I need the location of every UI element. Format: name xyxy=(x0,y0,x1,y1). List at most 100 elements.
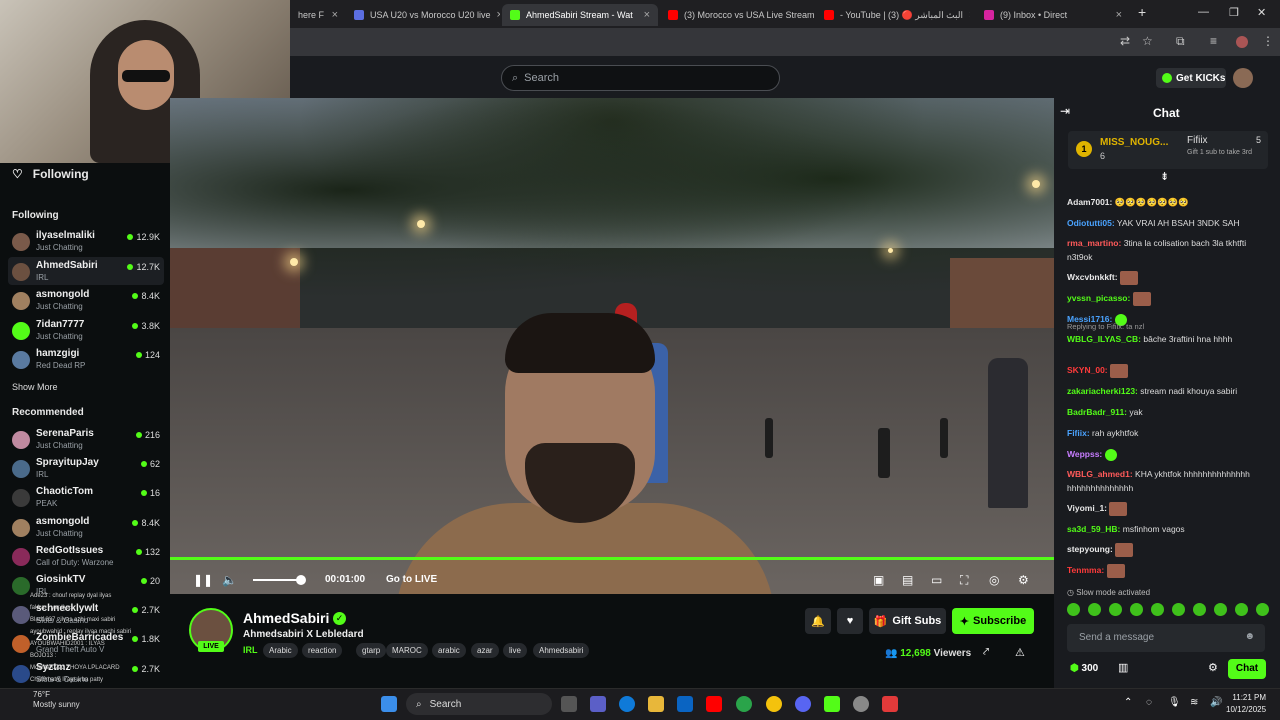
emote-icon[interactable] xyxy=(1172,603,1185,616)
outlook-icon[interactable] xyxy=(677,696,693,712)
tray-overflow-icon[interactable]: ⌃ xyxy=(1124,697,1132,708)
go-to-live-button[interactable]: Go to LIVE xyxy=(386,574,437,585)
channel-name[interactable]: AhmedSabiri xyxy=(243,610,329,626)
search-input[interactable]: ⌕ Search xyxy=(501,65,780,91)
stream-tag[interactable]: MAROC xyxy=(386,643,428,658)
fullscreen-icon[interactable]: ⛶ xyxy=(960,573,968,588)
chat-message[interactable]: SKYN_00: xyxy=(1067,363,1265,378)
task-view-icon[interactable] xyxy=(561,696,577,712)
sidebar-following-header[interactable]: ♡ Following xyxy=(12,167,89,181)
browser-tab-1[interactable]: here F × xyxy=(290,4,346,26)
chat-settings-icon[interactable]: ⚙ xyxy=(1208,661,1218,674)
youtube-app-icon[interactable] xyxy=(706,696,722,712)
chat-username[interactable]: Weppss: xyxy=(1067,449,1102,459)
chat-message[interactable]: Tenmma: xyxy=(1067,563,1265,578)
tab-close-icon[interactable]: × xyxy=(332,9,338,21)
chat-message[interactable]: zakariacherki123: stream nadi khouya sab… xyxy=(1067,384,1265,398)
chat-username[interactable]: Viyomi_1: xyxy=(1067,503,1107,513)
profile-avatar[interactable] xyxy=(1236,36,1248,48)
scroll-down-icon[interactable]: ⇟ xyxy=(1160,170,1169,183)
app-icon[interactable] xyxy=(882,696,898,712)
video-progress-bar[interactable] xyxy=(170,557,1054,560)
browser-tab-4[interactable]: (3) Morocco vs USA Live Stream× xyxy=(660,4,814,26)
emote-icon[interactable] xyxy=(1088,603,1101,616)
emote-icon[interactable] xyxy=(1151,603,1164,616)
emote-icon[interactable] xyxy=(1214,603,1227,616)
emote-icon[interactable] xyxy=(1067,603,1080,616)
taskbar-clock[interactable]: 11:21 PM 10/12/2025 xyxy=(1226,692,1266,716)
new-tab-button[interactable]: + xyxy=(1138,4,1146,20)
chat-username[interactable]: rma_martino: xyxy=(1067,238,1121,248)
channel-item[interactable]: RedGotIssues Call of Duty: Warzone 132 xyxy=(8,542,164,570)
minimize-icon[interactable]: — xyxy=(1198,6,1209,18)
chat-message[interactable]: Fifiix: rah aykhtfok xyxy=(1067,426,1265,440)
taskbar-search[interactable]: ⌕ Search xyxy=(406,693,552,715)
channel-item[interactable]: hamzgigi Red Dead RP 124 xyxy=(8,345,164,373)
theater-mode-icon[interactable]: ▭ xyxy=(931,573,942,587)
translate-icon[interactable]: ⇄ xyxy=(1120,34,1130,48)
stream-tag[interactable]: reaction xyxy=(302,643,343,658)
chat-message[interactable]: Odiotutti05: YAK VRAI AH BSAH 3NDK SAH xyxy=(1067,216,1265,230)
windows-start-icon[interactable] xyxy=(381,696,397,712)
chat-username[interactable]: Fifiix: xyxy=(1067,428,1090,438)
media-icon[interactable]: ≡ xyxy=(1210,34,1217,48)
volume-slider-handle[interactable] xyxy=(296,575,306,585)
network-icon[interactable]: ◌ xyxy=(1146,697,1152,708)
notification-bell-button[interactable]: 🔔 xyxy=(805,608,831,634)
chat-username[interactable]: WBLG_ahmed1: xyxy=(1067,469,1133,479)
emote-icon[interactable] xyxy=(1130,603,1143,616)
chat-message[interactable]: yvssn_picasso: xyxy=(1067,291,1265,306)
channel-points[interactable]: ⬢ 300 xyxy=(1070,663,1098,674)
chat-message[interactable]: stepyoung: xyxy=(1067,542,1265,557)
chat-username[interactable]: yvssn_picasso: xyxy=(1067,293,1130,303)
show-more-link[interactable]: Show More xyxy=(12,382,58,392)
wifi-icon[interactable]: ≋ xyxy=(1190,697,1198,708)
settings-gear-icon[interactable]: ⚙ xyxy=(1018,573,1029,587)
channel-item[interactable]: 7idan7777 Just Chatting 3.8K xyxy=(8,316,164,344)
chat-message[interactable]: WBLG_ahmed1: KHA ykhtfok hhhhhhhhhhhhhh … xyxy=(1067,467,1265,495)
chat-username[interactable]: Wxcvbnkkft: xyxy=(1067,272,1118,282)
pause-icon[interactable]: ❚❚ xyxy=(193,573,213,587)
volume-icon[interactable]: 🔈 xyxy=(222,573,237,587)
browser-tab-active[interactable]: AhmedSabiri Stream - Wat × xyxy=(502,4,658,26)
playback-speed-icon[interactable]: ◎ xyxy=(989,573,999,587)
stream-tag[interactable]: arabic xyxy=(432,643,466,658)
xbox-icon[interactable] xyxy=(736,696,752,712)
cast-icon[interactable]: ▤ xyxy=(902,573,913,587)
stream-tag[interactable]: azar xyxy=(471,643,499,658)
chat-message[interactable]: Weppss: xyxy=(1067,447,1265,461)
channel-item[interactable]: ChaoticTom PEAK 16 xyxy=(8,483,164,511)
emoji-picker-icon[interactable]: ☻ xyxy=(1244,631,1255,642)
file-explorer-icon[interactable] xyxy=(648,696,664,712)
video-player[interactable] xyxy=(170,98,1054,594)
browser-menu-icon[interactable]: ⋮ xyxy=(1262,34,1274,48)
emote-icon[interactable] xyxy=(1235,603,1248,616)
chat-username[interactable]: stepyoung: xyxy=(1067,544,1113,554)
browser-tab-6[interactable]: (9) Inbox • Direct × xyxy=(976,4,1130,26)
bookmark-star-icon[interactable]: ☆ xyxy=(1142,34,1153,48)
edge-icon[interactable] xyxy=(619,696,635,712)
browser-tab-2[interactable]: USA U20 vs Morocco U20 live × xyxy=(346,4,500,26)
settings-app-icon[interactable] xyxy=(853,696,869,712)
emote-icon[interactable] xyxy=(1193,603,1206,616)
store-icon[interactable]: ▥ xyxy=(1118,661,1128,674)
browser-tab-5[interactable]: - YouTube | البث المباشر 🔴 (3) × xyxy=(816,4,970,26)
channel-item[interactable]: ilyaselmaliki Just Chatting 12.9K xyxy=(8,227,164,255)
collapse-chat-icon[interactable]: ⇥ xyxy=(1060,104,1070,118)
stream-tag[interactable]: live xyxy=(503,643,528,658)
stream-tag[interactable]: Arabic xyxy=(263,643,298,658)
subscribe-button[interactable]: ✦ Subscribe xyxy=(952,608,1034,634)
channel-item[interactable]: AhmedSabiri IRL 12.7K xyxy=(8,256,164,285)
chat-username[interactable]: SKYN_00: xyxy=(1067,365,1108,375)
chat-message-input[interactable]: Send a message ☻ xyxy=(1067,624,1265,652)
speaker-icon[interactable]: 🔊 xyxy=(1210,697,1222,708)
report-icon[interactable]: ⚠ xyxy=(1015,646,1025,659)
maximize-icon[interactable]: ❐ xyxy=(1229,6,1239,19)
chat-message[interactable]: rma_martino: 3tina la colisation bach 3l… xyxy=(1067,236,1265,264)
clip-icon[interactable]: ▣ xyxy=(873,573,884,587)
chat-message[interactable]: Wxcvbnkkft: xyxy=(1067,270,1265,285)
chat-username[interactable]: BadrBadr_911: xyxy=(1067,407,1127,417)
stream-tag[interactable]: Ahmedsabiri xyxy=(533,643,590,658)
chat-username[interactable]: Tenmma: xyxy=(1067,565,1104,575)
follow-button[interactable]: ♥ xyxy=(837,608,863,634)
